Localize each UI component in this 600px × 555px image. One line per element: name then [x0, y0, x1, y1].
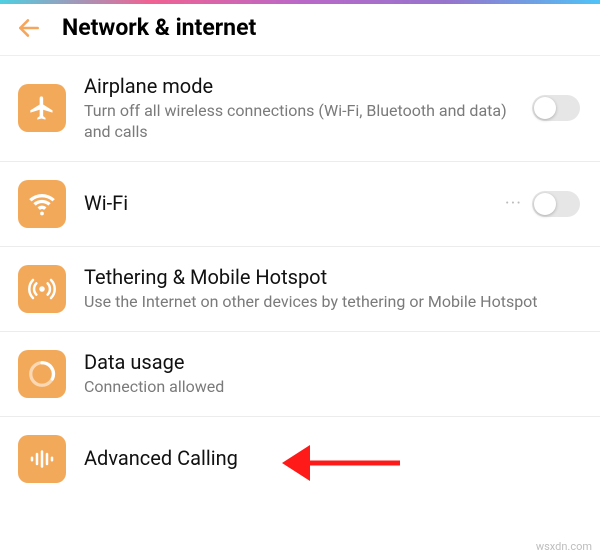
- row-body: Tethering & Mobile Hotspot Use the Inter…: [84, 265, 580, 313]
- row-title: Airplane mode: [84, 74, 532, 99]
- row-tethering-hotspot[interactable]: Tethering & Mobile Hotspot Use the Inter…: [0, 247, 600, 332]
- row-body: Airplane mode Turn off all wireless conn…: [84, 74, 532, 143]
- data-usage-icon: [18, 350, 66, 398]
- row-airplane-mode[interactable]: Airplane mode Turn off all wireless conn…: [0, 56, 600, 162]
- row-title: Wi-Fi: [84, 191, 505, 216]
- row-trail: [532, 95, 580, 121]
- row-advanced-calling[interactable]: Advanced Calling: [0, 417, 600, 501]
- header: Network & internet: [0, 4, 600, 56]
- row-body: Advanced Calling: [84, 446, 580, 471]
- settings-list: Airplane mode Turn off all wireless conn…: [0, 56, 600, 501]
- row-subtitle: Turn off all wireless connections (Wi-Fi…: [84, 101, 532, 143]
- wifi-icon: [18, 180, 66, 228]
- wifi-toggle[interactable]: [532, 191, 580, 217]
- row-subtitle: Connection allowed: [84, 377, 580, 398]
- row-subtitle: Use the Internet on other devices by tet…: [84, 292, 580, 313]
- row-body: Data usage Connection allowed: [84, 350, 580, 398]
- hotspot-icon: [18, 265, 66, 313]
- back-arrow-icon[interactable]: [16, 15, 42, 41]
- more-icon[interactable]: ···: [505, 193, 522, 214]
- row-wifi[interactable]: Wi-Fi ···: [0, 162, 600, 247]
- row-title: Data usage: [84, 350, 580, 375]
- calling-bars-icon: [18, 435, 66, 483]
- row-body: Wi-Fi: [84, 191, 505, 216]
- row-trail: ···: [505, 191, 580, 217]
- toggle-knob: [534, 193, 556, 215]
- row-title: Advanced Calling: [84, 446, 580, 471]
- watermark: wsxdn.com: [536, 540, 592, 553]
- toggle-knob: [534, 97, 556, 119]
- page-title: Network & internet: [62, 14, 256, 41]
- row-data-usage[interactable]: Data usage Connection allowed: [0, 332, 600, 417]
- airplane-icon: [18, 84, 66, 132]
- row-title: Tethering & Mobile Hotspot: [84, 265, 580, 290]
- airplane-toggle[interactable]: [532, 95, 580, 121]
